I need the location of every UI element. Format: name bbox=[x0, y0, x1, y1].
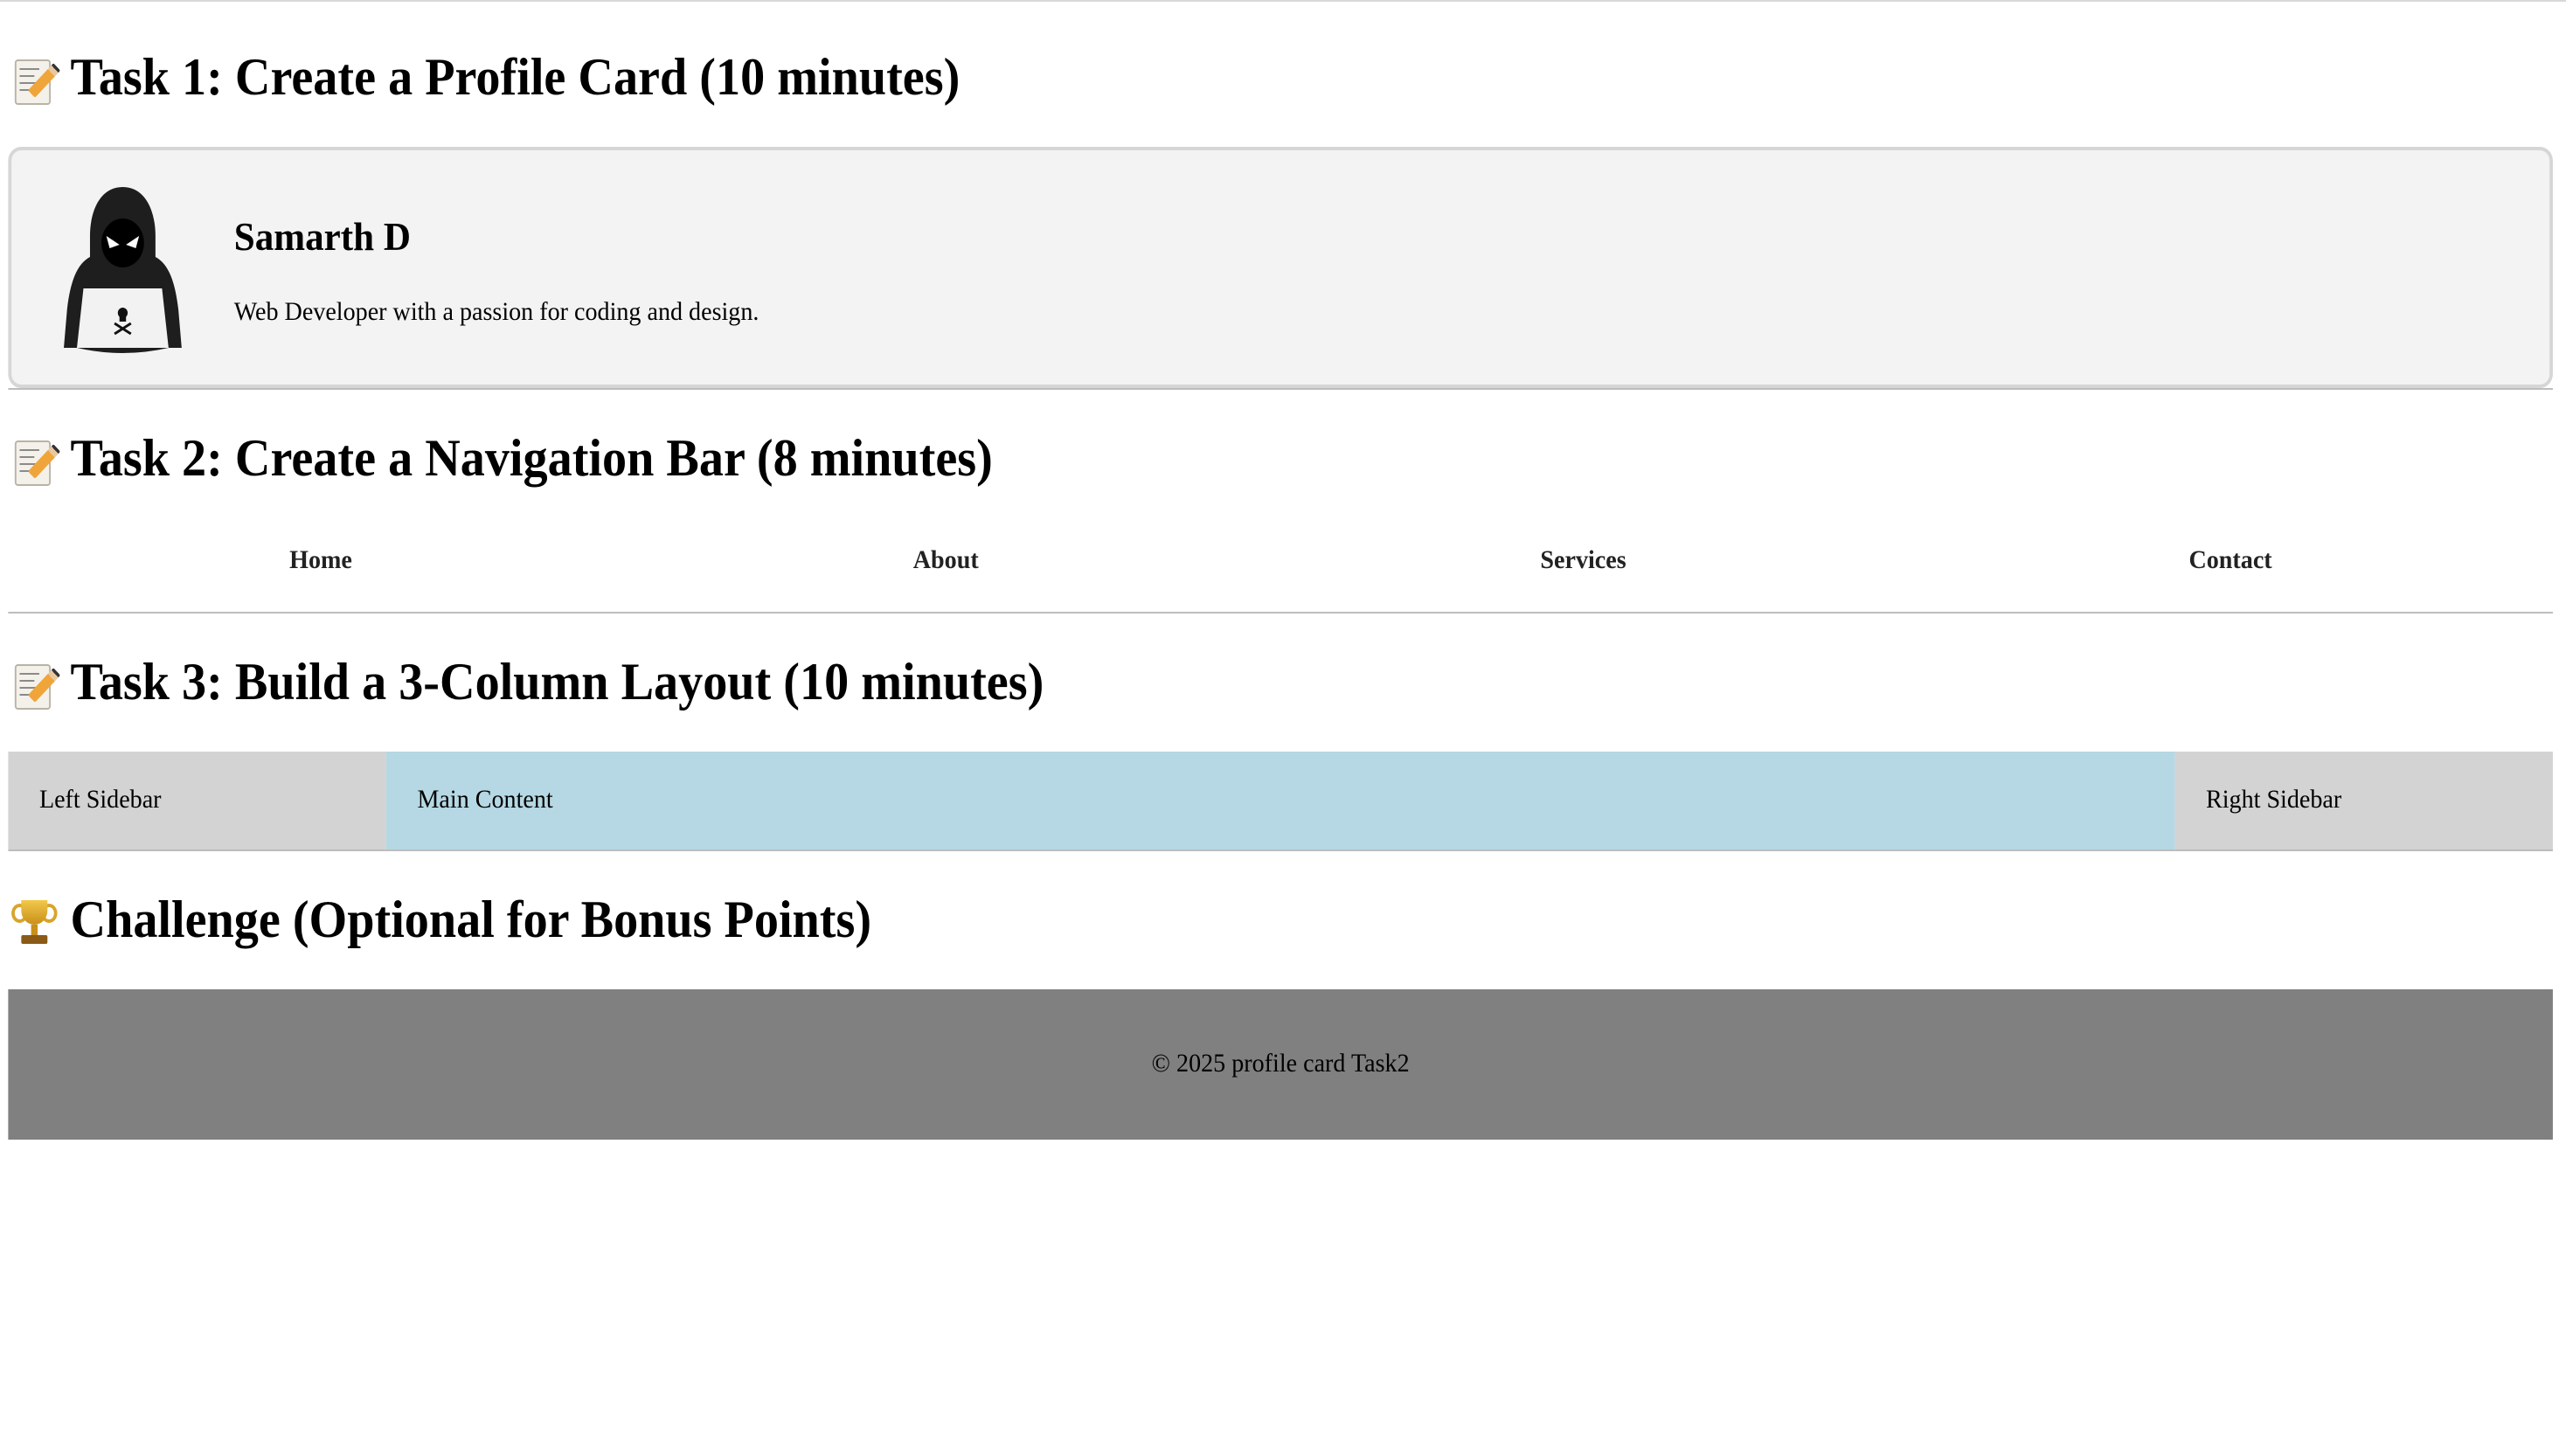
page-content: Task 1: Create a Profile Card (10 minute… bbox=[0, 0, 2566, 1456]
task1-section: Task 1: Create a Profile Card (10 minute… bbox=[8, 2, 2553, 110]
task1-heading-text: Task 1: Create a Profile Card (10 minute… bbox=[70, 49, 961, 107]
task2-heading-text: Task 2: Create a Navigation Bar (8 minut… bbox=[70, 430, 993, 488]
nav-link-contact[interactable]: Contact bbox=[1908, 545, 2553, 577]
right-sidebar: Right Sidebar bbox=[2174, 752, 2553, 849]
page-footer: © 2025 profile card Task2 bbox=[8, 989, 2553, 1140]
trophy-icon bbox=[11, 897, 58, 946]
nav-link-services[interactable]: Services bbox=[1259, 545, 1908, 577]
profile-text: Samarth D Web Developer with a passion f… bbox=[234, 206, 759, 329]
task2-heading: Task 2: Create a Navigation Bar (8 minut… bbox=[11, 428, 2553, 491]
footer-text: © 2025 profile card Task2 bbox=[1151, 1050, 1410, 1078]
three-column-layout: Left Sidebar Main Content Right Sidebar bbox=[8, 752, 2553, 849]
task3-heading-text: Task 3: Build a 3-Column Layout (10 minu… bbox=[70, 654, 1044, 711]
memo-icon bbox=[11, 54, 61, 105]
main-content: Main Content bbox=[385, 752, 2175, 849]
profile-name: Samarth D bbox=[233, 215, 411, 259]
task1-heading: Task 1: Create a Profile Card (10 minute… bbox=[11, 47, 2553, 110]
profile-bio: Web Developer with a passion for coding … bbox=[233, 299, 759, 327]
challenge-section: Challenge (Optional for Bonus Points) bbox=[8, 851, 2553, 953]
page: Task 1: Create a Profile Card (10 minute… bbox=[0, 0, 2566, 1456]
hacker-avatar-icon bbox=[60, 180, 184, 355]
profile-card: Samarth D Web Developer with a passion f… bbox=[8, 147, 2553, 388]
navigation-bar: Home About Services Contact bbox=[8, 510, 2553, 612]
memo-icon bbox=[11, 659, 61, 710]
memo-icon bbox=[11, 435, 61, 486]
task3-section: Task 3: Build a 3-Column Layout (10 minu… bbox=[8, 614, 2553, 715]
left-sidebar: Left Sidebar bbox=[8, 752, 386, 849]
task2-section: Task 2: Create a Navigation Bar (8 minut… bbox=[8, 390, 2553, 491]
task3-heading: Task 3: Build a 3-Column Layout (10 minu… bbox=[11, 652, 2553, 715]
content-wrapper: Task 1: Create a Profile Card (10 minute… bbox=[0, 2, 2566, 1140]
nav-link-home[interactable]: Home bbox=[8, 545, 633, 577]
challenge-heading: Challenge (Optional for Bonus Points) bbox=[11, 890, 2553, 953]
nav-link-about[interactable]: About bbox=[634, 545, 1259, 577]
challenge-heading-text: Challenge (Optional for Bonus Points) bbox=[70, 891, 872, 949]
